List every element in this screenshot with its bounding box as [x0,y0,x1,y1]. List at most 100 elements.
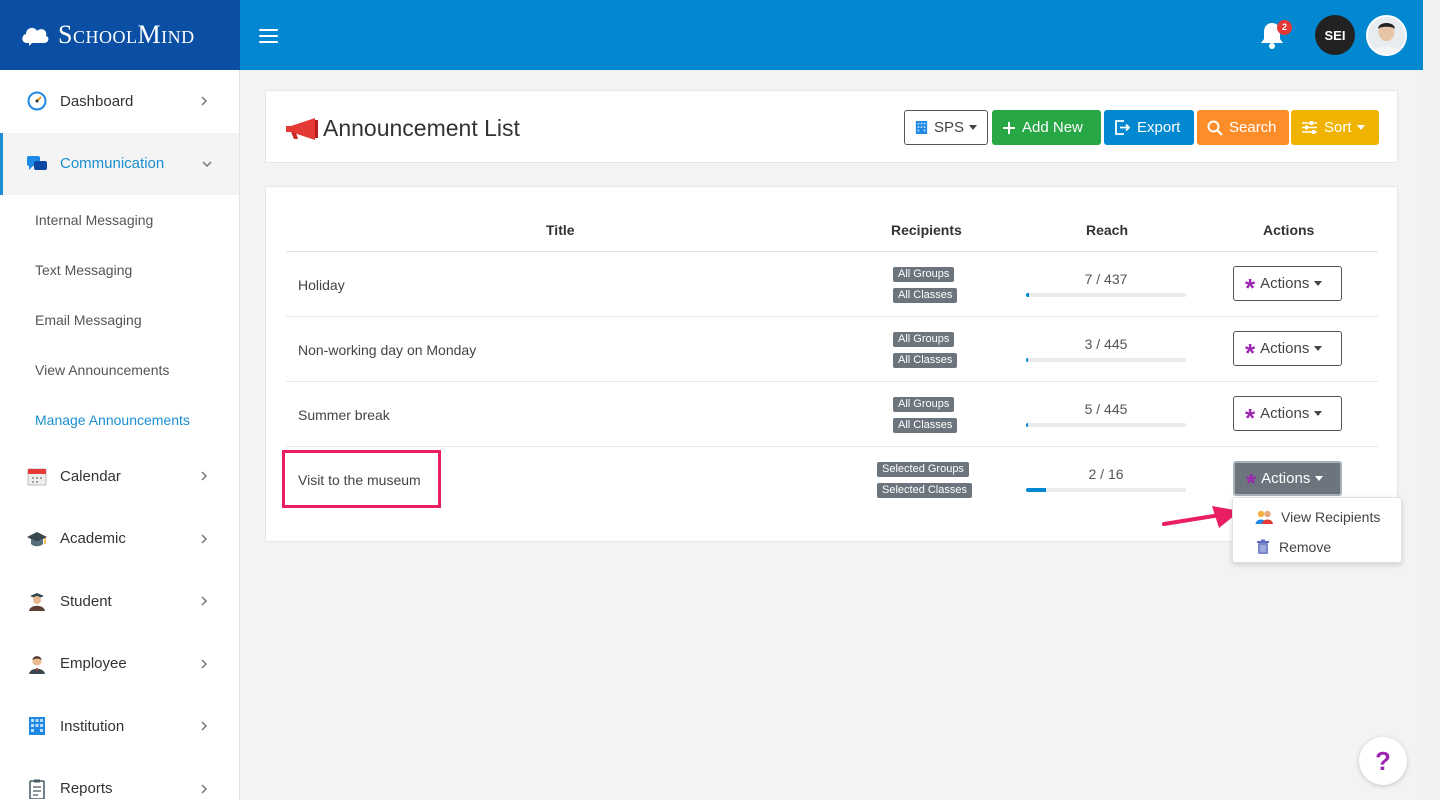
sidebar-item-label: Student [60,592,112,610]
page-header: Announcement List SPS Add New Export Sea… [265,90,1398,163]
row-title: Summer break [298,407,390,423]
caret-down-icon [1314,411,1323,416]
sidebar-item-label: Employee [60,655,127,673]
reach-progress-bar [1026,293,1186,297]
sidebar-item-dashboard[interactable]: Dashboard [0,70,239,133]
actions-label: Actions [1260,275,1310,292]
chevron-right-icon [201,784,208,794]
actions-dropdown-button[interactable]: * Actions [1233,266,1342,301]
sps-dropdown-button[interactable]: SPS [904,110,988,145]
caret-down-icon [1314,346,1323,351]
cloud-icon [22,27,49,46]
reach-progress-fill [1026,358,1028,362]
graduation-cap-icon [27,531,47,546]
caret-down-icon [1314,281,1323,286]
calendar-icon [27,468,47,486]
column-header-recipients: Recipients [891,222,962,238]
sidebar-item-student[interactable]: Student [0,570,239,633]
table-row[interactable]: Non-working day on Monday All Groups All… [286,317,1378,382]
export-button[interactable]: Export [1104,110,1194,145]
notification-badge: 2 [1277,20,1292,35]
scrollbar[interactable] [1423,0,1440,800]
reach-progress-fill [1026,488,1046,492]
remove-menu-item[interactable]: Remove [1233,532,1401,562]
search-label: Search [1229,119,1277,136]
avatar-photo-icon [1368,17,1405,54]
reach-progress-bar [1026,358,1186,362]
remove-label: Remove [1279,539,1332,555]
actions-label: Actions [1261,470,1311,487]
menu-toggle-icon[interactable] [259,29,278,43]
row-title: Visit to the museum [298,472,421,488]
recipients-icon [1255,510,1273,524]
table-row[interactable]: Summer break All Groups All Classes 5 / … [286,382,1378,447]
asterisk-icon: * [1245,403,1256,433]
add-new-button[interactable]: Add New [992,110,1101,145]
view-recipients-menu-item[interactable]: View Recipients [1233,502,1401,532]
user-initials-button[interactable]: SEI [1315,15,1355,55]
actions-menu: View Recipients Remove [1232,497,1402,563]
page-title: Announcement List [323,115,520,141]
sidebar-item-label: Academic [60,530,126,548]
sidebar-item-label: Dashboard [60,92,134,110]
reach-progress-fill [1026,293,1029,297]
recipient-tag: Selected Groups [877,462,969,477]
actions-label: Actions [1260,405,1310,422]
reach-count: 2 / 16 [1088,466,1124,482]
chevron-right-icon [201,471,208,481]
building-icon [29,717,45,736]
sidebar-item-label: Calendar [60,467,121,485]
student-icon [29,593,45,612]
sidebar-subitem-manage-announcements[interactable]: Manage Announcements [0,395,239,445]
search-button[interactable]: Search [1197,110,1289,145]
caret-down-icon [1356,125,1365,130]
asterisk-icon: * [1246,468,1257,498]
top-bar: 2 SEI [240,0,1423,70]
reach-count: 7 / 437 [1084,271,1128,287]
sidebar-subitem-view-announcements[interactable]: View Announcements [0,345,239,395]
column-header-actions: Actions [1263,222,1315,238]
column-header-title: Title [546,222,575,238]
chevron-right-icon [201,96,208,106]
export-label: Export [1137,119,1181,136]
sidebar-item-reports[interactable]: Reports [0,758,239,800]
add-new-label: Add New [1022,119,1083,136]
chevron-down-icon [202,161,212,167]
brand-logo[interactable]: SchoolMind [0,0,240,70]
trash-icon [1257,539,1269,554]
sidebar-item-label: Institution [60,717,125,735]
recipient-tag: All Classes [893,418,958,433]
actions-dropdown-button[interactable]: * Actions [1233,331,1342,366]
recipient-tag: All Classes [893,353,958,368]
export-icon [1115,120,1131,135]
reach-count: 5 / 445 [1084,401,1128,417]
sidebar-item-label: Reports [60,780,113,798]
chevron-right-icon [201,721,208,731]
search-icon [1207,120,1223,136]
actions-label: Actions [1260,340,1310,357]
sort-dropdown-button[interactable]: Sort [1291,110,1379,145]
sidebar-item-employee[interactable]: Employee [0,633,239,696]
sidebar-item-communication[interactable]: Communication [0,132,239,195]
sidebar-item-institution[interactable]: Institution [0,695,239,758]
recipient-tag: All Groups [893,397,955,412]
sidebar-subitem-internal-messaging[interactable]: Internal Messaging [0,195,239,245]
sidebar-item-label: Communication [60,155,165,173]
user-avatar[interactable] [1366,15,1407,56]
reach-progress-bar [1026,423,1186,427]
sidebar-item-calendar[interactable]: Calendar [0,445,239,508]
table-row[interactable]: Visit to the museum Selected Groups Sele… [286,447,1378,512]
brand-name: SchoolMind [58,20,195,49]
sidebar-item-academic[interactable]: Academic [0,508,239,571]
reach-progress-bar [1026,488,1186,492]
sidebar-subitem-email-messaging[interactable]: Email Messaging [0,295,239,345]
clipboard-icon [29,779,45,799]
help-button[interactable]: ? [1359,737,1407,785]
caret-down-icon [1315,476,1324,481]
caret-down-icon [969,125,977,130]
sidebar-subitem-text-messaging[interactable]: Text Messaging [0,245,239,295]
actions-dropdown-button[interactable]: * Actions [1233,461,1342,496]
building-icon [915,121,928,134]
actions-dropdown-button[interactable]: * Actions [1233,396,1342,431]
table-row[interactable]: Holiday All Groups All Classes 7 / 437 *… [286,252,1378,317]
